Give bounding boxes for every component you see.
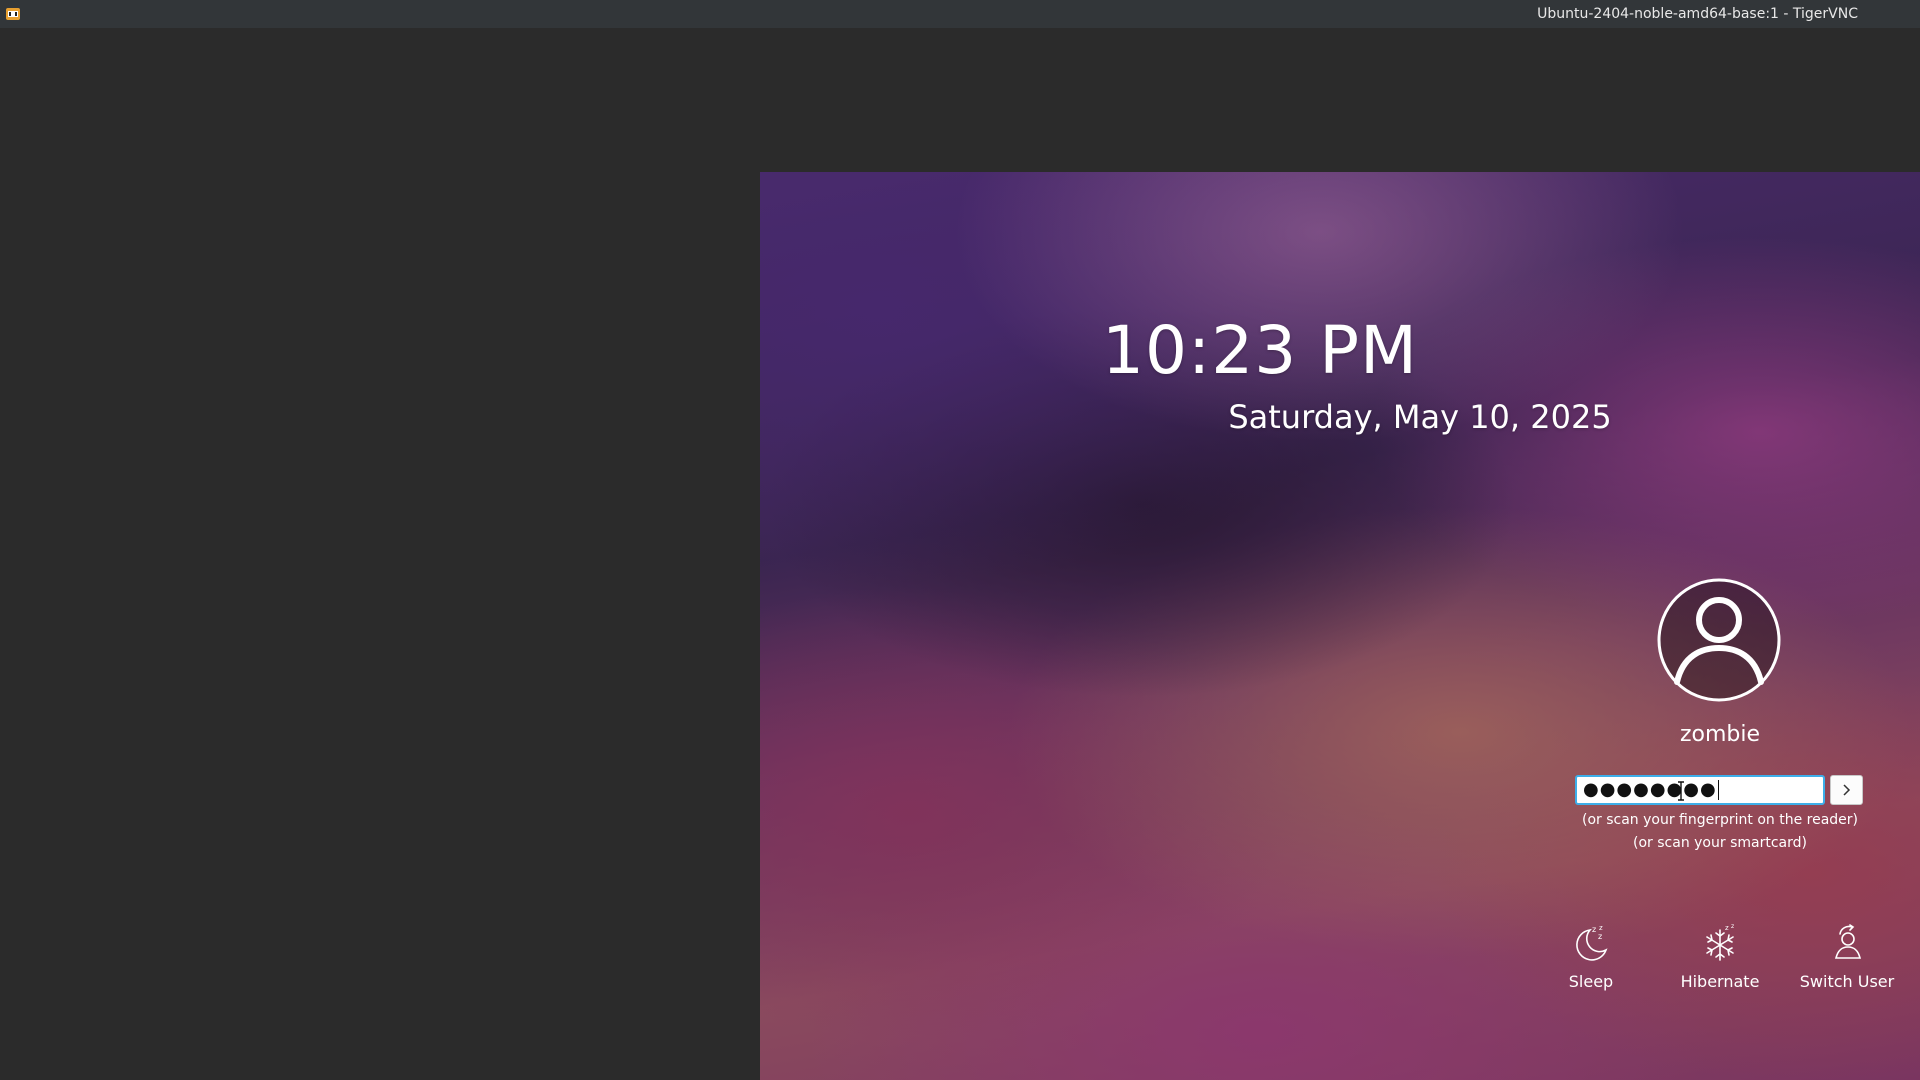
chevron-right-icon xyxy=(1843,784,1851,796)
switch-user-button[interactable]: Switch User xyxy=(1782,922,1912,991)
svg-text:z: z xyxy=(1592,925,1596,934)
snowflake-icon: z z xyxy=(1706,923,1734,961)
tigervnc-icon[interactable] xyxy=(5,6,21,22)
svg-text:z: z xyxy=(1725,924,1729,932)
window-title: Ubuntu-2404-noble-amd64-base:1 - TigerVN… xyxy=(1537,6,1858,22)
login-submit-button[interactable] xyxy=(1830,775,1863,805)
sleep-button[interactable]: z z z Sleep xyxy=(1526,922,1656,991)
smartcard-hint: (or scan your smartcard) xyxy=(1633,835,1807,851)
username-label: zombie xyxy=(1679,722,1761,747)
user-avatar-icon[interactable] xyxy=(1657,578,1781,702)
switch-user-label: Switch User xyxy=(1799,972,1895,991)
hibernate-label: Hibernate xyxy=(1680,972,1760,991)
svg-text:z: z xyxy=(1731,923,1734,930)
hibernate-button[interactable]: z z Hibernate xyxy=(1655,922,1785,991)
text-caret xyxy=(1717,780,1719,800)
vnc-titlebar: Ubuntu-2404-noble-amd64-base:1 - TigerVN… xyxy=(0,0,1920,28)
ibeam-cursor-icon xyxy=(1678,781,1684,801)
password-field[interactable]: ●●●●●●●● xyxy=(1575,775,1825,805)
switch-user-icon xyxy=(1834,924,1862,959)
svg-text:z: z xyxy=(1599,924,1603,932)
sleep-moon-icon: z z z xyxy=(1576,924,1608,961)
lockscreen-clock: 10:23 PM xyxy=(1102,312,1418,389)
svg-text:z: z xyxy=(1598,932,1602,941)
lockscreen-date: Saturday, May 10, 2025 xyxy=(1228,398,1612,436)
fingerprint-hint: (or scan your fingerprint on the reader) xyxy=(1581,812,1859,828)
password-mask: ●●●●●●●● xyxy=(1583,779,1717,800)
sleep-label: Sleep xyxy=(1568,972,1614,991)
